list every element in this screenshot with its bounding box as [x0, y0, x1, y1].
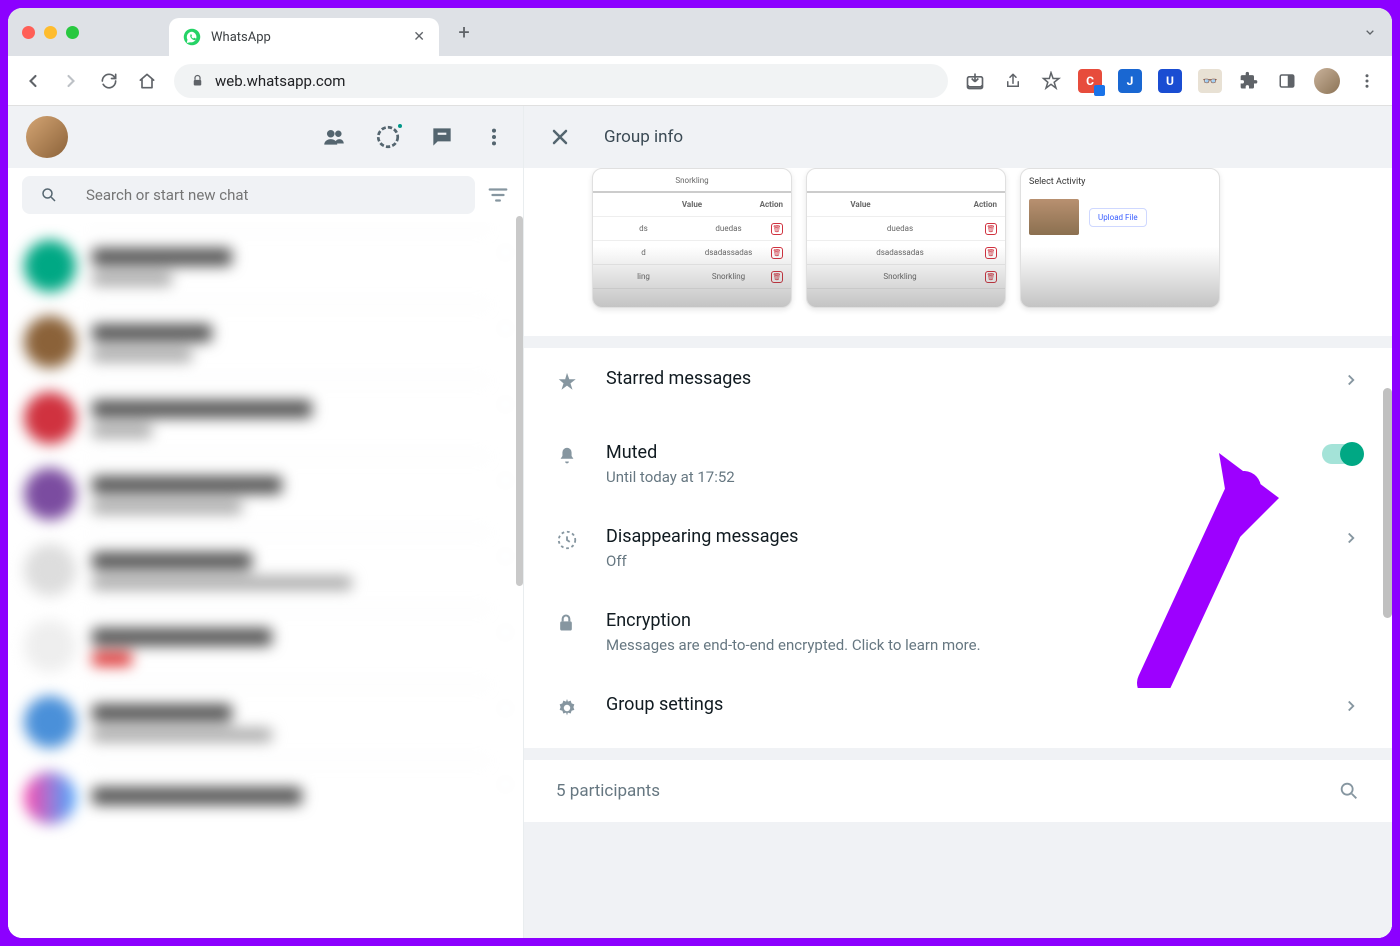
extension-icon-3[interactable]: U: [1158, 69, 1182, 93]
reload-button[interactable]: [98, 70, 120, 92]
maximize-window-button[interactable]: [66, 26, 79, 39]
close-panel-icon[interactable]: [548, 125, 572, 149]
participants-row[interactable]: 5 participants: [524, 760, 1392, 822]
extension-icon-4[interactable]: 👓: [1198, 69, 1222, 93]
participants-count: 5 participants: [556, 781, 1338, 801]
bell-icon: [556, 445, 580, 467]
bookmark-star-icon[interactable]: [1040, 70, 1062, 92]
url-text: web.whatsapp.com: [215, 72, 345, 90]
group-info-panel: Group info Snorkling ValueAction dsdueda…: [524, 106, 1392, 938]
chat-item[interactable]: .: [8, 608, 523, 684]
minimize-window-button[interactable]: [44, 26, 57, 39]
forward-button[interactable]: [60, 70, 82, 92]
address-bar[interactable]: web.whatsapp.com: [174, 64, 948, 98]
chat-list: . . . . . . . .: [8, 222, 523, 938]
window-controls: [22, 26, 79, 39]
chat-item[interactable]: .: [8, 228, 523, 304]
tab-close-icon[interactable]: ✕: [413, 29, 425, 45]
whatsapp-icon: [183, 28, 201, 46]
chat-item[interactable]: .: [8, 380, 523, 456]
search-box[interactable]: [22, 176, 475, 214]
menu-icon[interactable]: [1356, 70, 1378, 92]
sidebar-scrollbar[interactable]: [516, 216, 523, 586]
toolbar-actions: C J U 👓: [964, 68, 1378, 94]
media-strip: Snorkling ValueAction dsduedas🗑 ddsadass…: [524, 168, 1392, 336]
group-settings-row[interactable]: Group settings: [524, 674, 1392, 748]
browser-tab[interactable]: WhatsApp ✕: [169, 18, 439, 56]
browser-window: WhatsApp ✕ + web.whatsapp.com C J U 👓: [8, 8, 1392, 938]
gear-icon: [556, 697, 580, 719]
back-button[interactable]: [22, 70, 44, 92]
chevron-right-icon: [1342, 529, 1360, 547]
profile-avatar[interactable]: [1314, 68, 1340, 94]
extensions-icon[interactable]: [1238, 70, 1260, 92]
panel-body: Snorkling ValueAction dsduedas🗑 ddsadass…: [524, 168, 1392, 938]
encryption-row[interactable]: Encryption Messages are end-to-end encry…: [524, 590, 1392, 674]
lock-icon: [556, 613, 580, 633]
extension-icon-1[interactable]: C: [1078, 69, 1102, 93]
chevron-right-icon: [1342, 697, 1360, 715]
panel-title: Group info: [604, 127, 683, 147]
chat-item[interactable]: .: [8, 304, 523, 380]
close-window-button[interactable]: [22, 26, 35, 39]
star-icon: [556, 371, 580, 393]
filter-icon[interactable]: [487, 184, 509, 206]
chevron-right-icon: [1342, 371, 1360, 389]
new-tab-button[interactable]: +: [449, 20, 479, 44]
search-input[interactable]: [86, 186, 457, 204]
home-button[interactable]: [136, 70, 158, 92]
app-content: . . . . . . . . Group info Snorkling: [8, 106, 1392, 938]
mute-toggle[interactable]: [1322, 444, 1360, 464]
tabs-dropdown-icon[interactable]: [1362, 24, 1378, 40]
chat-item[interactable]: .: [8, 456, 523, 532]
settings-list: Starred messages Muted Until today at 17…: [524, 348, 1392, 748]
titlebar: WhatsApp ✕ +: [8, 8, 1392, 56]
starred-messages-row[interactable]: Starred messages: [524, 348, 1392, 422]
disappearing-messages-row[interactable]: Disappearing messages Off: [524, 506, 1392, 590]
chat-item[interactable]: .: [8, 684, 523, 760]
sidepanel-icon[interactable]: [1276, 70, 1298, 92]
timer-icon: [556, 529, 580, 551]
panel-header: Group info: [524, 106, 1392, 168]
extension-icon-2[interactable]: J: [1118, 69, 1142, 93]
chat-sidebar: . . . . . . . .: [8, 106, 524, 938]
chat-item[interactable]: .: [8, 532, 523, 608]
search-participants-icon[interactable]: [1338, 780, 1360, 802]
communities-icon[interactable]: [321, 124, 347, 150]
search-icon: [40, 186, 58, 204]
browser-toolbar: web.whatsapp.com C J U 👓: [8, 56, 1392, 106]
install-icon[interactable]: [964, 70, 986, 92]
new-chat-icon[interactable]: [429, 124, 455, 150]
media-thumbnail[interactable]: Snorkling ValueAction dsduedas🗑 ddsadass…: [592, 168, 792, 308]
panel-scrollbar[interactable]: [1383, 388, 1392, 618]
chat-item[interactable]: .: [8, 760, 523, 836]
share-icon[interactable]: [1002, 70, 1024, 92]
mute-row[interactable]: Muted Until today at 17:52: [524, 422, 1392, 506]
sidebar-search: [8, 168, 523, 222]
status-icon[interactable]: [375, 124, 401, 150]
sidebar-header: [8, 106, 523, 168]
lock-icon: [190, 73, 205, 88]
media-thumbnail[interactable]: ValueAction duedas🗑 dsadassadas🗑 Snorkli…: [806, 168, 1006, 308]
user-avatar[interactable]: [26, 116, 68, 158]
menu-dots-icon[interactable]: [483, 126, 505, 148]
media-thumbnail[interactable]: Select Activity Upload File: [1020, 168, 1220, 308]
tab-title: WhatsApp: [211, 30, 403, 45]
